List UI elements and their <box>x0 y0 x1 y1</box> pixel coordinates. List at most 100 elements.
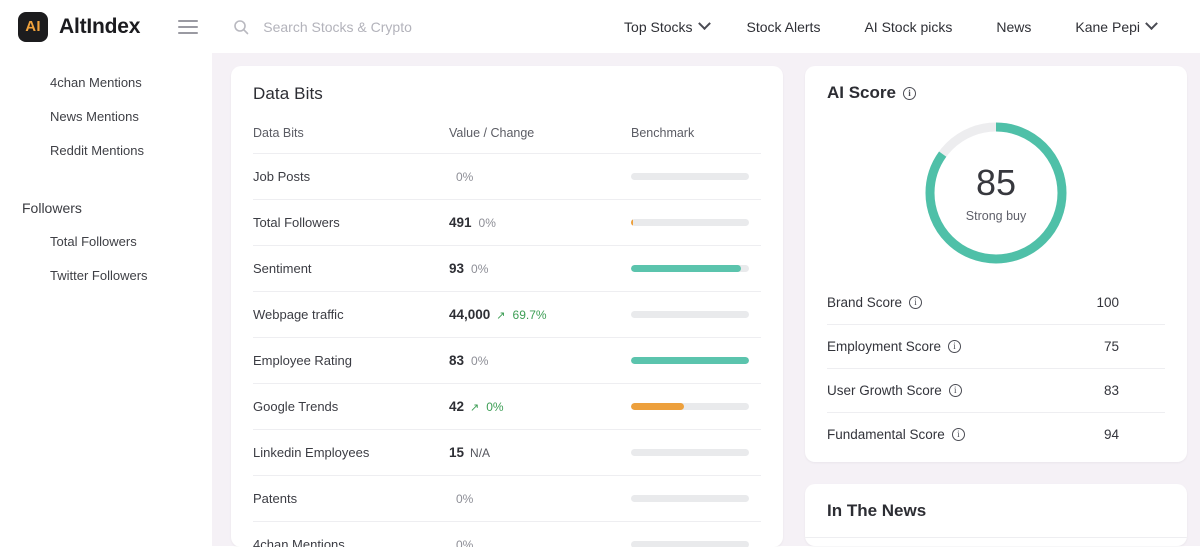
row-benchmark <box>631 338 761 384</box>
benchmark-bar-fill <box>631 403 684 410</box>
news-list-item[interactable]: Arch Capital Group (NASDAQ:ACGL) jumps 3… <box>805 537 1187 546</box>
ai-score-card: AI Score i 85 Strong buy <box>805 66 1187 462</box>
ai-score-title-row: AI Score i <box>805 83 1187 103</box>
sidebar-item-news-mentions[interactable]: News Mentions <box>0 100 212 134</box>
sidebar-spacer <box>0 168 212 192</box>
score-value: 100 <box>1096 295 1165 310</box>
ai-score-rating: Strong buy <box>966 209 1026 223</box>
row-value: 83 <box>449 353 464 368</box>
page-body: 4chan Mentions News Mentions Reddit Ment… <box>0 53 1200 546</box>
nav-label: News <box>996 19 1031 35</box>
nav-label: AI Stock picks <box>864 19 952 35</box>
benchmark-bar-track <box>631 357 749 364</box>
score-row: Brand Score i 100 <box>827 287 1165 324</box>
table-row[interactable]: Webpage traffic44,000↗69.7% <box>253 292 761 338</box>
column-header-data-bits: Data Bits <box>253 126 449 154</box>
info-icon[interactable]: i <box>903 87 916 100</box>
brand-name: AltIndex <box>59 15 140 39</box>
nav-item-news[interactable]: News <box>974 19 1053 35</box>
info-icon[interactable]: i <box>948 340 961 353</box>
score-value: 94 <box>1104 427 1165 442</box>
row-label: Linkedin Employees <box>253 430 449 476</box>
row-value-change: 830% <box>449 338 631 384</box>
row-change: 0% <box>479 216 496 230</box>
score-row: User Growth Score i 83 <box>827 368 1165 412</box>
gauge-center-label: 85 Strong buy <box>922 119 1070 267</box>
score-label: Brand Score <box>827 295 902 310</box>
top-navigation-bar: AI AltIndex Top Stocks Stock Alerts AI S… <box>0 0 1200 53</box>
search-input[interactable] <box>263 19 523 35</box>
row-benchmark <box>631 384 761 430</box>
sidebar-item-reddit-mentions[interactable]: Reddit Mentions <box>0 134 212 168</box>
sidebar: 4chan Mentions News Mentions Reddit Ment… <box>0 53 212 546</box>
table-row[interactable]: Google Trends42↗0% <box>253 384 761 430</box>
hamburger-line <box>178 20 198 22</box>
search-icon <box>233 19 249 35</box>
row-benchmark <box>631 476 761 522</box>
benchmark-bar-track <box>631 449 749 456</box>
row-benchmark <box>631 430 761 476</box>
ai-score-value: 85 <box>976 164 1016 202</box>
brand-logo[interactable]: AI AltIndex <box>18 12 140 42</box>
row-change: 0% <box>471 262 488 276</box>
table-row[interactable]: 4chan Mentions0% <box>253 522 761 547</box>
nav-item-user-menu[interactable]: Kane Pepi <box>1053 19 1178 35</box>
right-column: AI Score i 85 Strong buy <box>805 66 1187 546</box>
table-row[interactable]: Employee Rating830% <box>253 338 761 384</box>
sidebar-item-total-followers[interactable]: Total Followers <box>0 225 212 259</box>
benchmark-bar-track <box>631 311 749 318</box>
column-header-value-change: Value / Change <box>449 126 631 154</box>
row-label: Webpage traffic <box>253 292 449 338</box>
search-box[interactable] <box>233 19 523 35</box>
table-row[interactable]: Linkedin Employees15 N/A <box>253 430 761 476</box>
score-value: 83 <box>1104 383 1165 398</box>
row-label: Sentiment <box>253 246 449 292</box>
row-value: 42 <box>449 399 464 414</box>
table-row[interactable]: Job Posts0% <box>253 154 761 200</box>
row-value: 491 <box>449 215 472 230</box>
benchmark-bar-track <box>631 265 749 272</box>
row-change: 0% <box>456 170 473 184</box>
row-label: Google Trends <box>253 384 449 430</box>
nav-item-top-stocks[interactable]: Top Stocks <box>608 19 724 35</box>
nav-label: Stock Alerts <box>747 19 821 35</box>
nav-item-stock-alerts[interactable]: Stock Alerts <box>725 19 843 35</box>
row-value-change: 44,000↗69.7% <box>449 292 631 338</box>
row-label: Employee Rating <box>253 338 449 384</box>
sidebar-item-twitter-followers[interactable]: Twitter Followers <box>0 259 212 293</box>
table-row[interactable]: Total Followers491 0% <box>253 200 761 246</box>
score-label: User Growth Score <box>827 383 942 398</box>
row-value: 44,000 <box>449 307 490 322</box>
altindex-logo-icon: AI <box>18 12 48 42</box>
info-icon[interactable]: i <box>909 296 922 309</box>
row-benchmark <box>631 200 761 246</box>
score-label-group: Fundamental Scorei <box>827 427 965 442</box>
row-change: N/A <box>470 446 490 460</box>
row-value-change: 15 N/A <box>449 430 631 476</box>
nav-item-ai-stock-picks[interactable]: AI Stock picks <box>842 19 974 35</box>
table-header-row: Data Bits Value / Change Benchmark <box>253 126 761 154</box>
sidebar-clipped-item <box>0 53 212 66</box>
score-label-group: Employment Scorei <box>827 339 961 354</box>
row-value: 93 <box>449 261 464 276</box>
info-icon[interactable]: i <box>952 428 965 441</box>
row-label: Patents <box>253 476 449 522</box>
hamburger-icon[interactable] <box>178 20 198 34</box>
info-icon[interactable]: i <box>949 384 962 397</box>
row-value: 15 <box>449 445 464 460</box>
table-row[interactable]: Patents0% <box>253 476 761 522</box>
score-label-group: User Growth Score i <box>827 383 962 398</box>
row-label: Total Followers <box>253 200 449 246</box>
sidebar-item-4chan-mentions[interactable]: 4chan Mentions <box>0 66 212 100</box>
benchmark-bar-track <box>631 541 749 547</box>
row-benchmark <box>631 292 761 338</box>
in-the-news-card: In The News Arch Capital Group (NASDAQ:A… <box>805 484 1187 546</box>
column-header-benchmark: Benchmark <box>631 126 761 154</box>
user-name-label: Kane Pepi <box>1075 19 1140 35</box>
chevron-down-icon <box>698 17 711 30</box>
table-row[interactable]: Sentiment93 0% <box>253 246 761 292</box>
row-benchmark <box>631 154 761 200</box>
news-title: In The News <box>805 501 1187 537</box>
data-bits-tbody: Job Posts0%Total Followers4910%Sentiment… <box>253 154 761 547</box>
row-value-change: 0% <box>449 522 631 547</box>
